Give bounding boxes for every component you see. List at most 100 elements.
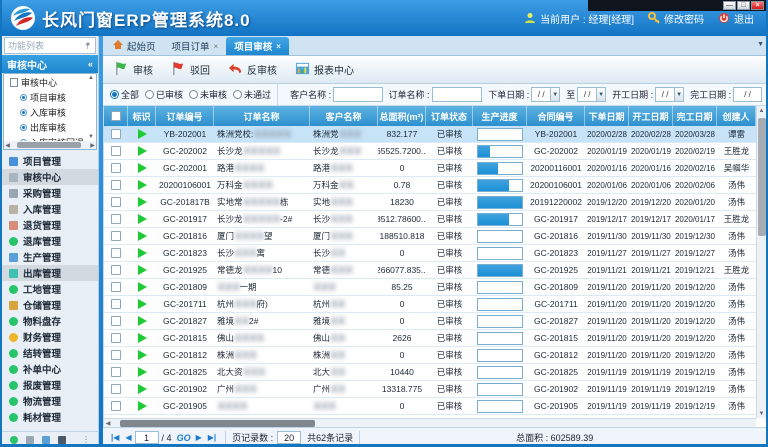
sidebar-item-项目管理[interactable]: 项目管理: [2, 153, 98, 169]
column-header-标识[interactable]: 标识: [128, 106, 156, 126]
row-checkbox[interactable]: [111, 180, 121, 190]
scroll-left-icon[interactable]: ◀: [4, 142, 11, 149]
row-checkbox[interactable]: [111, 401, 121, 411]
radio-已审核[interactable]: 已审核: [145, 88, 183, 101]
pushpin-icon[interactable]: [84, 42, 92, 50]
go-button[interactable]: GO: [177, 433, 191, 443]
column-header-总面积(m²)[interactable]: 总面积(m²): [378, 106, 426, 126]
close-tab-icon[interactable]: ×: [276, 42, 281, 51]
unapprove-button[interactable]: 反审核: [223, 57, 286, 83]
sidebar-item-工地管理[interactable]: 工地管理: [2, 281, 98, 297]
more-dots-icon[interactable]: ⋮: [82, 435, 90, 444]
sidebar-item-采购管理[interactable]: 采购管理: [2, 185, 98, 201]
approve-button[interactable]: 审核: [109, 57, 162, 83]
calendar-dropdown-icon[interactable]: ▼: [596, 88, 605, 101]
close-tab-icon[interactable]: ×: [214, 42, 219, 51]
cell-select[interactable]: [104, 279, 128, 295]
cell-select[interactable]: [104, 330, 128, 346]
cell-select[interactable]: [104, 262, 128, 278]
cell-select[interactable]: [104, 228, 128, 244]
column-header-订单编号[interactable]: 订单编号: [156, 106, 214, 126]
logout-button[interactable]: 退出: [718, 11, 754, 26]
sidebar-item-出库管理[interactable]: 出库管理: [2, 265, 98, 281]
cell-select[interactable]: [104, 177, 128, 193]
sidebar-item-结转管理[interactable]: 结转管理: [2, 345, 98, 361]
tab-项目订单[interactable]: 项目订单×: [164, 37, 227, 55]
row-checkbox[interactable]: [111, 282, 121, 292]
row-checkbox[interactable]: [111, 197, 121, 207]
cell-select[interactable]: [104, 126, 128, 142]
table-row[interactable]: GC-201812株洲某某某株洲某某0已审核GC-2018122019/11/2…: [104, 347, 756, 364]
table-row[interactable]: GC-201827雅境某某2#雅境某某0已审核GC-2018272019/11/…: [104, 313, 756, 330]
cell-select[interactable]: [104, 245, 128, 261]
collapse-sidebar-icon[interactable]: «: [88, 59, 93, 69]
table-horizontal-scrollbar[interactable]: ◀: [104, 418, 756, 427]
calendar-dropdown-icon[interactable]: ▼: [550, 88, 559, 101]
order-name-input[interactable]: [432, 87, 483, 102]
green-dot-icon[interactable]: [10, 436, 18, 444]
report-center-button[interactable]: 报表中心: [290, 57, 363, 83]
row-checkbox[interactable]: [111, 214, 121, 224]
table-row[interactable]: GC-201816厦门某某某某望厦门某某某188510.818已审核GC-201…: [104, 228, 756, 245]
cell-select[interactable]: [104, 364, 128, 380]
sidebar-item-审核中心[interactable]: 审核中心: [2, 169, 98, 185]
row-checkbox[interactable]: [111, 384, 121, 394]
cell-select[interactable]: [104, 347, 128, 363]
column-header-选择[interactable]: [104, 106, 128, 126]
column-header-开工日期[interactable]: 开工日期: [629, 106, 673, 126]
next-page-button[interactable]: ▶: [196, 433, 202, 442]
column-header-合同编号[interactable]: 合同编号: [527, 106, 585, 126]
sidebar-item-退货管理[interactable]: 退货管理: [2, 217, 98, 233]
cell-select[interactable]: [104, 143, 128, 159]
column-header-下单日期[interactable]: 下单日期: [585, 106, 629, 126]
tree-root-node[interactable]: 审核中心: [4, 74, 96, 90]
tab-起始页[interactable]: 起始页: [105, 37, 164, 55]
scrollbar-thumb[interactable]: [120, 420, 315, 427]
tree-node-入库审核[interactable]: 入库审核: [4, 105, 96, 120]
cell-select[interactable]: [104, 381, 128, 397]
row-checkbox[interactable]: [111, 231, 121, 241]
finish-date-input[interactable]: / /▼: [733, 87, 762, 102]
table-row[interactable]: GC-201711杭州某某某府)杭州某某0已审核GC-2017112019/11…: [104, 296, 756, 313]
table-row[interactable]: GC-201917长沙龙某某某某某-2#长沙某某某8512.78600...已审…: [104, 211, 756, 228]
tree-node-项目审核[interactable]: 项目审核: [4, 90, 96, 105]
scrollbar-thumb[interactable]: [17, 142, 81, 148]
tab-项目审核[interactable]: 项目审核×: [226, 37, 289, 55]
cell-select[interactable]: [104, 194, 128, 210]
sidebar-item-补单中心[interactable]: 补单中心: [2, 361, 98, 377]
order-date-from-input[interactable]: / /▼: [531, 87, 560, 102]
table-row[interactable]: GC-201925常德龙某某某某10常德某某某266077.835...已审核G…: [104, 262, 756, 279]
scroll-right-icon[interactable]: ▶: [89, 142, 96, 149]
table-row[interactable]: GC-201809某某某一期某某某85.25已审核GC-2018092019/1…: [104, 279, 756, 296]
table-vertical-scrollbar[interactable]: ▲ ▼: [756, 106, 766, 418]
scroll-down-icon[interactable]: ▼: [759, 409, 765, 418]
select-all-checkbox[interactable]: [111, 111, 121, 121]
column-header-订单名称[interactable]: 订单名称: [214, 106, 310, 126]
first-page-button[interactable]: |◀: [111, 433, 119, 442]
pen-icon[interactable]: [42, 436, 50, 444]
row-checkbox[interactable]: [111, 350, 121, 360]
page-number-input[interactable]: [135, 431, 159, 444]
table-row[interactable]: YB-202001株洲党校:某某某某某株洲党某某某832.177已审核YB-20…: [104, 126, 756, 143]
table-row[interactable]: GC-201817B实地常某某某某某栋实地某某某18230已审核20191220…: [104, 194, 756, 211]
table-row[interactable]: GC-201823长沙某某某寓长沙某某0已审核GC-2018232019/11/…: [104, 245, 756, 262]
book-icon[interactable]: [58, 436, 66, 444]
cell-select[interactable]: [104, 160, 128, 176]
table-row[interactable]: GC-201902广州某某某广州某某13318.775已审核GC-2019022…: [104, 381, 756, 398]
cell-select[interactable]: [104, 296, 128, 312]
tree-horizontal-scrollbar[interactable]: ◀ ▶: [4, 141, 96, 149]
row-checkbox[interactable]: [111, 265, 121, 275]
change-password-button[interactable]: 修改密码: [648, 11, 704, 26]
cell-select[interactable]: [104, 398, 128, 414]
table-row[interactable]: GC-201905某某某某某某某0已审核GC-2019052019/11/192…: [104, 398, 756, 415]
sidebar-item-财务管理[interactable]: 财务管理: [2, 329, 98, 345]
sidebar-item-仓储管理[interactable]: 仓储管理: [2, 297, 98, 313]
sidebar-item-物料盘存[interactable]: 物料盘存: [2, 313, 98, 329]
sidebar-item-生产管理[interactable]: 生产管理: [2, 249, 98, 265]
tab-overflow-icon[interactable]: ▼: [757, 41, 764, 48]
column-header-完工日期[interactable]: 完工日期: [673, 106, 717, 126]
prev-page-button[interactable]: ◀: [125, 433, 131, 442]
cell-select[interactable]: [104, 313, 128, 329]
function-search-input[interactable]: 功能列表: [4, 37, 96, 54]
customer-name-input[interactable]: [333, 87, 382, 102]
